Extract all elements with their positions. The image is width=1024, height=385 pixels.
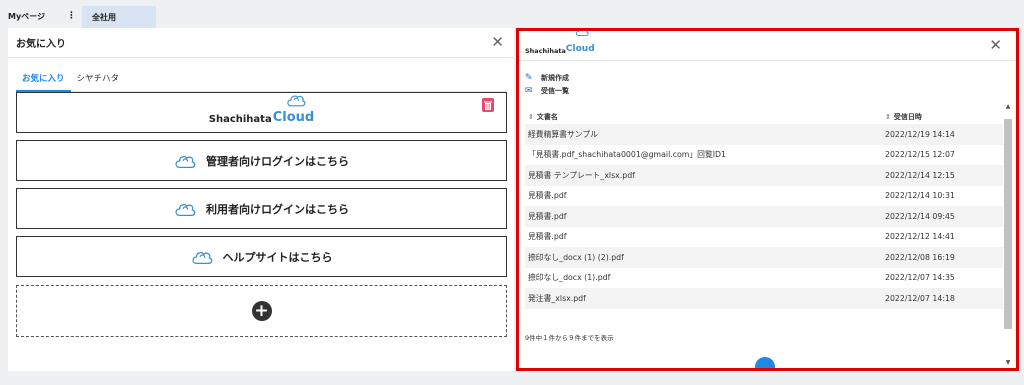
document-actions: ✎ 新規作成 ✉ 受信一覧 <box>525 71 569 97</box>
cloud-icon <box>175 155 196 168</box>
tab-my-page-label: Myページ <box>8 11 46 21</box>
doc-date: 2022/12/14 10:31 <box>885 191 955 201</box>
user-login-link[interactable]: 利用者向けログインはこちら <box>16 188 507 229</box>
shachihata-cloud-logo: Shachihata Cloud <box>525 31 595 55</box>
cloud-icon <box>287 95 306 107</box>
admin-login-label: 管理者向けログインはこちら <box>206 154 349 168</box>
logo-cloud-wrap: Cloud <box>272 95 315 125</box>
column-header-date-label: 受信日時 <box>893 113 922 121</box>
doc-date: 2022/12/08 16:19 <box>885 252 955 262</box>
logo-brand-text: Shachihata <box>525 47 566 55</box>
table-row[interactable]: 見積書.pdf 2022/12/14 10:31 <box>525 186 1003 207</box>
tab-my-page[interactable]: Myページ ⋮ <box>8 7 76 25</box>
table-row[interactable]: 見積書 テンプレート_xlsx.pdf 2022/12/14 12:15 <box>525 165 1003 186</box>
scroll-thumb[interactable] <box>1004 119 1012 329</box>
cloud-icon <box>575 31 589 37</box>
envelope-icon: ✉ <box>525 85 533 96</box>
table-scrollbar[interactable]: ▲ ▼ <box>1004 103 1012 366</box>
doc-name: 発注書_xlsx.pdf <box>528 293 586 303</box>
favorites-panel: お気に入り ✕ お気に入り シヤチハタ Shachihata Cloud 管理者… <box>8 28 514 371</box>
doc-name: 見積書.pdf <box>528 211 567 221</box>
doc-date: 2022/12/19 14:14 <box>885 129 955 139</box>
shachihata-cloud-logo-link[interactable]: Shachihata Cloud <box>16 92 507 133</box>
sort-icon: ⇕ <box>885 113 891 121</box>
doc-name: 捺印なし_docx (1) (2).pdf <box>528 252 624 262</box>
column-header-name-label: 文書名 <box>536 113 558 121</box>
tab-company[interactable]: 全社用 <box>82 6 156 28</box>
doc-name: 経費精算書サンプル <box>528 129 598 139</box>
kebab-menu-icon[interactable]: ⋮ <box>67 11 76 21</box>
table-row[interactable]: 捺印なし_docx (1) (2).pdf 2022/12/08 16:19 <box>525 247 1003 268</box>
close-icon[interactable]: ✕ <box>989 38 1002 53</box>
documents-table: ⇕ 文書名 ⇕ 受信日時 経費精算書サンプル 2022/12/19 14:14 「見積… <box>525 110 1003 309</box>
received-header: Shachihata Cloud ✕ <box>519 31 1016 61</box>
tab-favorites[interactable]: お気に入り <box>16 66 71 92</box>
doc-name: 見積書.pdf <box>528 191 567 201</box>
doc-date: 2022/12/15 12:07 <box>885 150 955 160</box>
favorites-tabs: お気に入り シヤチハタ <box>16 66 506 92</box>
doc-date: 2022/12/12 14:41 <box>885 232 955 242</box>
column-header-date[interactable]: ⇕ 受信日時 <box>885 112 1003 122</box>
logo-cloud-text: Cloud <box>272 110 315 125</box>
table-body: 経費精算書サンプル 2022/12/19 14:14 「見積書.pdf_shach… <box>525 124 1003 309</box>
scroll-down-arrow-icon[interactable]: ▼ <box>1004 359 1012 366</box>
pagination-summary: 9件中１件から９件までを表示 <box>525 334 614 342</box>
tab-shachihata[interactable]: シヤチハタ <box>71 66 126 92</box>
table-row[interactable]: 経費精算書サンプル 2022/12/19 14:14 <box>525 124 1003 145</box>
doc-date: 2022/12/14 09:45 <box>885 211 955 221</box>
cloud-icon <box>191 251 212 264</box>
doc-name: 見積書.pdf <box>528 232 567 242</box>
cloud-icon <box>175 203 196 216</box>
doc-name: 見積書 テンプレート_xlsx.pdf <box>528 170 635 180</box>
logo-cloud-wrap: Cloud <box>565 31 595 55</box>
user-login-label: 利用者向けログインはこちら <box>206 202 349 216</box>
pencil-icon: ✎ <box>525 72 533 83</box>
add-favorite-button[interactable]: + <box>16 285 507 337</box>
column-header-name[interactable]: ⇕ 文書名 <box>525 112 885 122</box>
admin-login-link[interactable]: 管理者向けログインはこちら <box>16 140 507 181</box>
shachihata-cloud-logo: Shachihata Cloud <box>208 95 315 125</box>
plus-icon: + <box>251 301 272 321</box>
table-row[interactable]: 捺印なし_docx (1).pdf 2022/12/07 14:35 <box>525 268 1003 289</box>
help-site-link[interactable]: ヘルプサイトはこちら <box>16 236 507 277</box>
table-row[interactable]: 見積書.pdf 2022/12/12 14:41 <box>525 227 1003 248</box>
received-documents-panel: Shachihata Cloud ✕ ✎ 新規作成 ✉ 受信一覧 ⇕ 文書名 ⇕ 受 <box>516 28 1019 371</box>
doc-name: 捺印なし_docx (1).pdf <box>528 273 611 283</box>
logo-cloud-text: Cloud <box>565 44 595 54</box>
new-document-button[interactable]: ✎ 新規作成 <box>525 71 569 84</box>
top-tab-bar: Myページ ⋮ 全社用 <box>0 0 1024 28</box>
table-row[interactable]: 「見積書.pdf_shachihata0001@gmail.com」回覧ID1 2… <box>525 145 1003 166</box>
close-icon[interactable]: ✕ <box>491 35 504 50</box>
scroll-up-arrow-icon[interactable]: ▲ <box>1004 103 1012 113</box>
received-list-button[interactable]: ✉ 受信一覧 <box>525 84 569 97</box>
doc-name: 「見積書.pdf_shachihata0001@gmail.com」回覧ID1 <box>528 150 727 160</box>
favorites-header: お気に入り ✕ <box>8 28 514 58</box>
new-document-label: 新規作成 <box>541 73 569 82</box>
table-header: ⇕ 文書名 ⇕ 受信日時 <box>525 110 1003 124</box>
doc-date: 2022/12/07 14:35 <box>885 273 955 283</box>
trash-icon[interactable] <box>482 98 494 112</box>
doc-date: 2022/12/07 14:18 <box>885 293 955 303</box>
table-row[interactable]: 見積書.pdf 2022/12/14 09:45 <box>525 206 1003 227</box>
table-row[interactable]: 発注書_xlsx.pdf 2022/12/07 14:18 <box>525 288 1003 309</box>
sort-icon: ⇕ <box>528 113 534 121</box>
doc-date: 2022/12/14 12:15 <box>885 170 955 180</box>
received-list-label: 受信一覧 <box>541 86 569 95</box>
logo-brand-text: Shachihata <box>208 114 272 125</box>
favorites-title: お気に入り <box>16 39 66 50</box>
pagination-current-page[interactable] <box>755 357 775 368</box>
help-site-label: ヘルプサイトはこちら <box>222 250 333 264</box>
